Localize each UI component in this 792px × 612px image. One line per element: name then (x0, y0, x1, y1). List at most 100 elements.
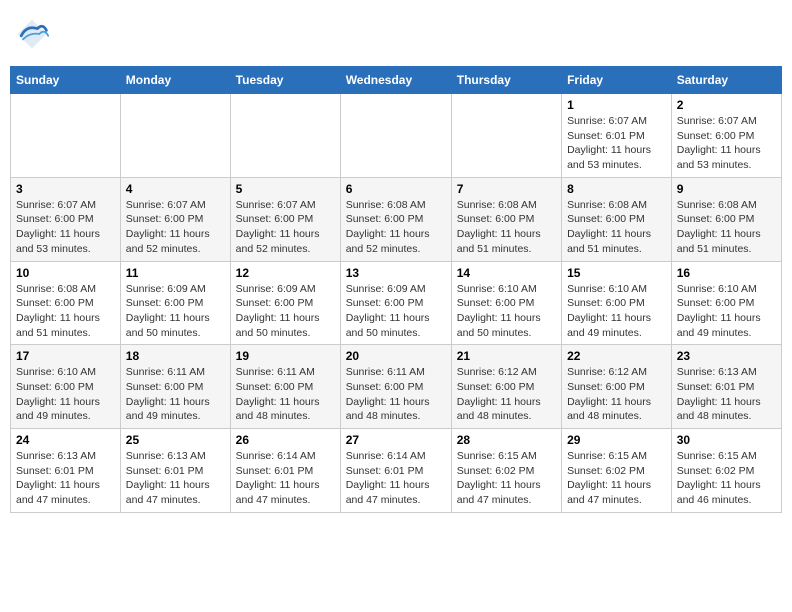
day-info: Sunrise: 6:13 AM Sunset: 6:01 PM Dayligh… (126, 449, 225, 508)
day-info: Sunrise: 6:07 AM Sunset: 6:00 PM Dayligh… (16, 198, 115, 257)
calendar-cell (120, 94, 230, 178)
day-info: Sunrise: 6:07 AM Sunset: 6:00 PM Dayligh… (126, 198, 225, 257)
calendar-cell: 13 Sunrise: 6:09 AM Sunset: 6:00 PM Dayli… (340, 261, 451, 345)
calendar-cell: 30Sunrise: 6:15 AM Sunset: 6:02 PM Dayli… (671, 429, 781, 513)
weekday-header: Sunday (11, 67, 121, 94)
calendar-body: 1 Sunrise: 6:07 AM Sunset: 6:01 PM Daylig… (11, 94, 782, 513)
day-number: 4 (126, 182, 225, 196)
day-info: Sunrise: 6:12 AM Sunset: 6:00 PM Dayligh… (457, 365, 556, 424)
calendar-cell: 16 Sunrise: 6:10 AM Sunset: 6:00 PM Dayli… (671, 261, 781, 345)
day-info: Sunrise: 6:11 AM Sunset: 6:00 PM Dayligh… (236, 365, 335, 424)
day-number: 1 (567, 98, 666, 112)
day-number: 11 (126, 266, 225, 280)
day-info: Sunrise: 6:08 AM Sunset: 6:00 PM Dayligh… (346, 198, 446, 257)
calendar-cell: 10 Sunrise: 6:08 AM Sunset: 6:00 PM Dayli… (11, 261, 121, 345)
day-info: Sunrise: 6:08 AM Sunset: 6:00 PM Dayligh… (16, 282, 115, 341)
day-info: Sunrise: 6:09 AM Sunset: 6:00 PM Dayligh… (126, 282, 225, 341)
day-number: 12 (236, 266, 335, 280)
day-number: 6 (346, 182, 446, 196)
calendar-cell: 5 Sunrise: 6:07 AM Sunset: 6:00 PM Daylig… (230, 177, 340, 261)
weekday-header: Thursday (451, 67, 561, 94)
calendar-cell (11, 94, 121, 178)
day-number: 27 (346, 433, 446, 447)
calendar-cell: 1 Sunrise: 6:07 AM Sunset: 6:01 PM Daylig… (562, 94, 672, 178)
calendar-cell (340, 94, 451, 178)
day-number: 22 (567, 349, 666, 363)
calendar-cell: 4 Sunrise: 6:07 AM Sunset: 6:00 PM Daylig… (120, 177, 230, 261)
day-number: 16 (677, 266, 776, 280)
calendar-cell: 26 Sunrise: 6:14 AM Sunset: 6:01 PM Dayli… (230, 429, 340, 513)
day-number: 5 (236, 182, 335, 196)
weekday-header: Tuesday (230, 67, 340, 94)
day-number: 10 (16, 266, 115, 280)
weekday-header: Monday (120, 67, 230, 94)
calendar-cell: 6 Sunrise: 6:08 AM Sunset: 6:00 PM Daylig… (340, 177, 451, 261)
calendar-cell: 14 Sunrise: 6:10 AM Sunset: 6:00 PM Dayli… (451, 261, 561, 345)
day-number: 13 (346, 266, 446, 280)
calendar-cell: 29Sunrise: 6:15 AM Sunset: 6:02 PM Dayli… (562, 429, 672, 513)
calendar-cell: 19 Sunrise: 6:11 AM Sunset: 6:00 PM Dayli… (230, 345, 340, 429)
calendar-table: SundayMondayTuesdayWednesdayThursdayFrid… (10, 66, 782, 513)
calendar-cell: 7 Sunrise: 6:08 AM Sunset: 6:00 PM Daylig… (451, 177, 561, 261)
day-info: Sunrise: 6:08 AM Sunset: 6:00 PM Dayligh… (567, 198, 666, 257)
logo (14, 16, 54, 52)
day-info: Sunrise: 6:09 AM Sunset: 6:00 PM Dayligh… (346, 282, 446, 341)
calendar-cell: 23Sunrise: 6:13 AM Sunset: 6:01 PM Dayli… (671, 345, 781, 429)
day-info: Sunrise: 6:15 AM Sunset: 6:02 PM Dayligh… (457, 449, 556, 508)
day-number: 7 (457, 182, 556, 196)
day-info: Sunrise: 6:12 AM Sunset: 6:00 PM Dayligh… (567, 365, 666, 424)
calendar-cell (451, 94, 561, 178)
calendar-cell: 24Sunrise: 6:13 AM Sunset: 6:01 PM Dayli… (11, 429, 121, 513)
day-info: Sunrise: 6:15 AM Sunset: 6:02 PM Dayligh… (567, 449, 666, 508)
calendar-cell: 25 Sunrise: 6:13 AM Sunset: 6:01 PM Dayli… (120, 429, 230, 513)
day-number: 21 (457, 349, 556, 363)
calendar-week-row: 1 Sunrise: 6:07 AM Sunset: 6:01 PM Daylig… (11, 94, 782, 178)
calendar-cell: 18 Sunrise: 6:11 AM Sunset: 6:00 PM Dayli… (120, 345, 230, 429)
day-info: Sunrise: 6:10 AM Sunset: 6:00 PM Dayligh… (457, 282, 556, 341)
calendar-cell: 8 Sunrise: 6:08 AM Sunset: 6:00 PM Daylig… (562, 177, 672, 261)
calendar-week-row: 17 Sunrise: 6:10 AM Sunset: 6:00 PM Dayli… (11, 345, 782, 429)
day-number: 19 (236, 349, 335, 363)
day-info: Sunrise: 6:07 AM Sunset: 6:00 PM Dayligh… (236, 198, 335, 257)
day-number: 17 (16, 349, 115, 363)
day-number: 28 (457, 433, 556, 447)
day-number: 20 (346, 349, 446, 363)
calendar-cell: 20Sunrise: 6:11 AM Sunset: 6:00 PM Dayli… (340, 345, 451, 429)
day-number: 9 (677, 182, 776, 196)
day-number: 15 (567, 266, 666, 280)
calendar-cell (230, 94, 340, 178)
day-info: Sunrise: 6:14 AM Sunset: 6:01 PM Dayligh… (236, 449, 335, 508)
day-number: 14 (457, 266, 556, 280)
day-info: Sunrise: 6:10 AM Sunset: 6:00 PM Dayligh… (677, 282, 776, 341)
calendar-week-row: 24 Sunrise: 6:13 AM Sunset: 6:01 PM Dayli… (11, 429, 782, 513)
weekday-header: Saturday (671, 67, 781, 94)
calendar-week-row: 10 Sunrise: 6:08 AM Sunset: 6:00 PM Dayli… (11, 261, 782, 345)
calendar-cell: 9Sunrise: 6:08 AM Sunset: 6:00 PM Daylig… (671, 177, 781, 261)
day-info: Sunrise: 6:08 AM Sunset: 6:00 PM Dayligh… (457, 198, 556, 257)
weekday-row: SundayMondayTuesdayWednesdayThursdayFrid… (11, 67, 782, 94)
calendar-cell: 11 Sunrise: 6:09 AM Sunset: 6:00 PM Dayli… (120, 261, 230, 345)
calendar-cell: 15Sunrise: 6:10 AM Sunset: 6:00 PM Dayli… (562, 261, 672, 345)
calendar-week-row: 3 Sunrise: 6:07 AM Sunset: 6:00 PM Daylig… (11, 177, 782, 261)
day-number: 18 (126, 349, 225, 363)
calendar-cell: 17 Sunrise: 6:10 AM Sunset: 6:00 PM Dayli… (11, 345, 121, 429)
day-number: 26 (236, 433, 335, 447)
day-info: Sunrise: 6:11 AM Sunset: 6:00 PM Dayligh… (126, 365, 225, 424)
day-info: Sunrise: 6:09 AM Sunset: 6:00 PM Dayligh… (236, 282, 335, 341)
day-number: 3 (16, 182, 115, 196)
day-info: Sunrise: 6:10 AM Sunset: 6:00 PM Dayligh… (16, 365, 115, 424)
day-number: 24 (16, 433, 115, 447)
day-number: 8 (567, 182, 666, 196)
logo-icon (14, 16, 50, 52)
day-info: Sunrise: 6:07 AM Sunset: 6:00 PM Dayligh… (677, 114, 776, 173)
day-number: 2 (677, 98, 776, 112)
calendar-cell: 22 Sunrise: 6:12 AM Sunset: 6:00 PM Dayli… (562, 345, 672, 429)
calendar-header: SundayMondayTuesdayWednesdayThursdayFrid… (11, 67, 782, 94)
day-info: Sunrise: 6:07 AM Sunset: 6:01 PM Dayligh… (567, 114, 666, 173)
day-info: Sunrise: 6:14 AM Sunset: 6:01 PM Dayligh… (346, 449, 446, 508)
day-number: 25 (126, 433, 225, 447)
calendar-cell: 12 Sunrise: 6:09 AM Sunset: 6:00 PM Dayli… (230, 261, 340, 345)
weekday-header: Friday (562, 67, 672, 94)
page-header (10, 10, 782, 58)
calendar-cell: 3 Sunrise: 6:07 AM Sunset: 6:00 PM Daylig… (11, 177, 121, 261)
